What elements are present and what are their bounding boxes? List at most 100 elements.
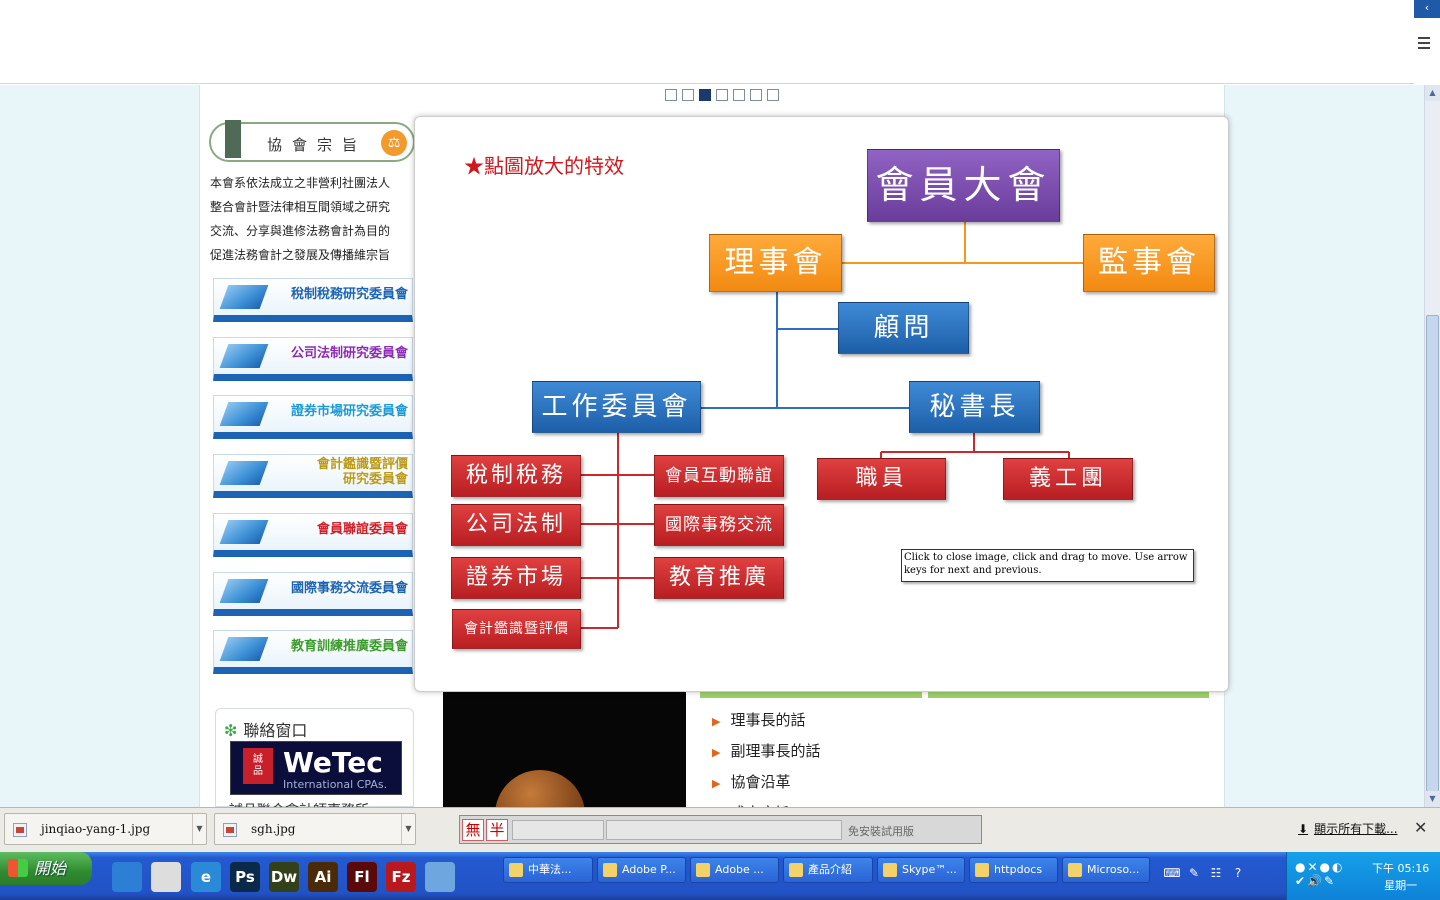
show-all-label: 顯示所有下載...	[1314, 822, 1398, 836]
building-icon	[219, 285, 269, 309]
scroll-down-icon[interactable]: ▼	[1425, 791, 1440, 807]
committee-banner[interactable]: 會員聯誼委員會	[213, 513, 413, 557]
download-filename: sgh.jpg	[251, 822, 296, 836]
collapse-icon[interactable]: ‹	[1414, 0, 1440, 18]
scroll-up-icon[interactable]: ▲	[1425, 85, 1440, 101]
mission-line: 本會系依法成立之非營利社團法人	[210, 176, 391, 190]
show-all-downloads-link[interactable]: ⬇ 顯示所有下載...	[1298, 820, 1398, 837]
org-node-volunteers: 義工團	[1003, 458, 1133, 500]
folder-icon	[789, 863, 803, 877]
ime-field[interactable]	[512, 820, 604, 840]
about-link[interactable]: ▶ 副理事長的話	[712, 740, 820, 771]
org-node-education: 教育推廣	[654, 557, 784, 599]
settings-icon[interactable]: ☷	[1206, 863, 1226, 883]
org-node-board: 理事會	[709, 234, 842, 292]
committee-label-line: 國際事務交流委員會	[290, 581, 408, 596]
clock-time: 下午 05:16	[1372, 862, 1430, 875]
about-link-label: 理事長的話	[730, 711, 806, 729]
carousel-dot[interactable]	[682, 89, 694, 101]
taskbar-button[interactable]: Microso...	[1062, 857, 1150, 883]
contact-company-name: 誠品聯合會計師事務所	[229, 800, 369, 807]
scroll-thumb[interactable]	[1426, 315, 1439, 805]
ie-icon[interactable]: e	[191, 862, 221, 892]
notepad-icon[interactable]	[425, 862, 455, 892]
taskbar-button[interactable]: 產品介紹	[783, 857, 873, 883]
clock[interactable]: 下午 05:16 星期一	[1372, 860, 1429, 894]
wetec-logo[interactable]: 誠品 WeTec International CPAs.	[230, 741, 402, 795]
bookmark-icon	[225, 120, 241, 158]
lightbox-tooltip: Click to close image, click and drag to …	[901, 549, 1194, 582]
building-icon	[219, 520, 269, 544]
chrome-icon[interactable]	[151, 862, 181, 892]
taskbar-button-label: Adobe P...	[622, 863, 676, 876]
close-icon[interactable]: ✕	[1414, 818, 1427, 837]
ime-field[interactable]	[606, 820, 842, 840]
help-icon[interactable]: ?	[1228, 863, 1248, 883]
about-link-label: 協會沿革	[730, 773, 791, 791]
committee-label: 證券市場研究委員會	[291, 404, 408, 419]
taskbar-button[interactable]: Skype™...	[877, 857, 965, 883]
download-item[interactable]: jinqiao-yang-1.jpg ▼	[4, 813, 207, 845]
carousel-dot[interactable]	[665, 89, 677, 101]
taskbar-button-label: Adobe ...	[715, 863, 764, 876]
committee-banner[interactable]: 國際事務交流委員會	[213, 572, 413, 616]
committee-banner[interactable]: 證券市場研究委員會	[213, 395, 413, 439]
carousel-dot[interactable]	[750, 89, 762, 101]
mission-header: 協會宗旨 ⚖	[209, 120, 415, 162]
flash-icon[interactable]: Fl	[347, 862, 377, 892]
ime-width-button[interactable]: 半	[486, 819, 508, 841]
arrow-right-icon: ▶	[712, 777, 721, 790]
committee-label-line: 研究委員會	[342, 472, 408, 487]
taskbar-button[interactable]: Adobe P...	[597, 857, 686, 883]
illustrator-icon[interactable]: Ai	[308, 862, 338, 892]
skype-icon	[883, 863, 897, 877]
committee-banner[interactable]: 會計鑑識暨評價 研究委員會	[213, 454, 413, 498]
about-link[interactable]: ▶ 理事長的話	[712, 709, 820, 740]
ime-mode-button[interactable]: 無	[462, 819, 484, 841]
org-node-work-committee: 工作委員會	[532, 381, 701, 433]
filezilla-icon[interactable]: Fz	[386, 862, 416, 892]
committee-label-line: 證券市場研究委員會	[290, 404, 408, 419]
keyboard-icon[interactable]: ⌨	[1162, 863, 1182, 883]
image-file-icon	[223, 823, 237, 837]
building-icon	[219, 344, 269, 368]
carousel-dot[interactable]	[733, 89, 745, 101]
committee-label: 稅制稅務研究委員會	[291, 287, 408, 302]
org-node-member-relations: 會員互動聯誼	[654, 455, 784, 497]
carousel-dot[interactable]	[699, 89, 711, 101]
committee-banner[interactable]: 教育訓練推廣委員會	[213, 630, 413, 674]
ime-toolbar: 無 半 免安裝試用版	[459, 815, 982, 844]
committee-label-line: 公司法制研究委員會	[290, 346, 408, 361]
committee-banner[interactable]: 公司法制研究委員會	[213, 337, 413, 381]
carousel-dot[interactable]	[767, 89, 779, 101]
chevron-down-icon[interactable]: ▼	[401, 814, 415, 844]
contact-title-text: 聯絡窗口	[243, 721, 308, 740]
download-filename: jinqiao-yang-1.jpg	[41, 822, 151, 836]
committee-label-line: 稅制稅務研究委員會	[290, 287, 408, 302]
dreamweaver-icon[interactable]: Dw	[269, 862, 299, 892]
committee-banner[interactable]: 稅制稅務研究委員會	[213, 278, 413, 322]
mission-line: 促進法務會計之發展及傳播維宗旨	[210, 248, 391, 262]
taskbar-button-label: 中華法...	[528, 863, 572, 876]
outlook-icon[interactable]	[112, 862, 142, 892]
download-item[interactable]: sgh.jpg ▼	[214, 813, 416, 845]
browser-top-area	[0, 0, 1414, 84]
carousel-dot[interactable]	[716, 89, 728, 101]
chevron-down-icon[interactable]: ▼	[192, 814, 206, 844]
tray-icons[interactable]: ●✕●◐ ✔🔊✎	[1295, 860, 1344, 888]
hamburger-menu-icon[interactable]	[1418, 37, 1430, 49]
vertical-scrollbar[interactable]: ▲ ▼	[1424, 85, 1440, 807]
taskbar-button[interactable]: 中華法...	[503, 857, 593, 883]
photoshop-icon[interactable]: Ps	[230, 862, 260, 892]
about-link[interactable]: ▶ 協會沿革	[712, 771, 820, 802]
mission-title: 協會宗旨	[267, 136, 368, 154]
start-button[interactable]: 開始	[0, 852, 92, 885]
committee-label: 會員聯誼委員會	[317, 522, 408, 537]
taskbar-button[interactable]: httpdocs	[969, 857, 1058, 883]
mission-line: 整合會計暨法律相互間領域之研究	[210, 200, 391, 214]
language-bar[interactable]: ⌨ ✎ ☷?	[1162, 862, 1280, 890]
dreamweaver-icon	[696, 863, 710, 877]
pen-icon[interactable]: ✎	[1184, 863, 1204, 883]
building-icon	[219, 579, 269, 603]
taskbar-button[interactable]: Adobe ...	[690, 857, 779, 883]
